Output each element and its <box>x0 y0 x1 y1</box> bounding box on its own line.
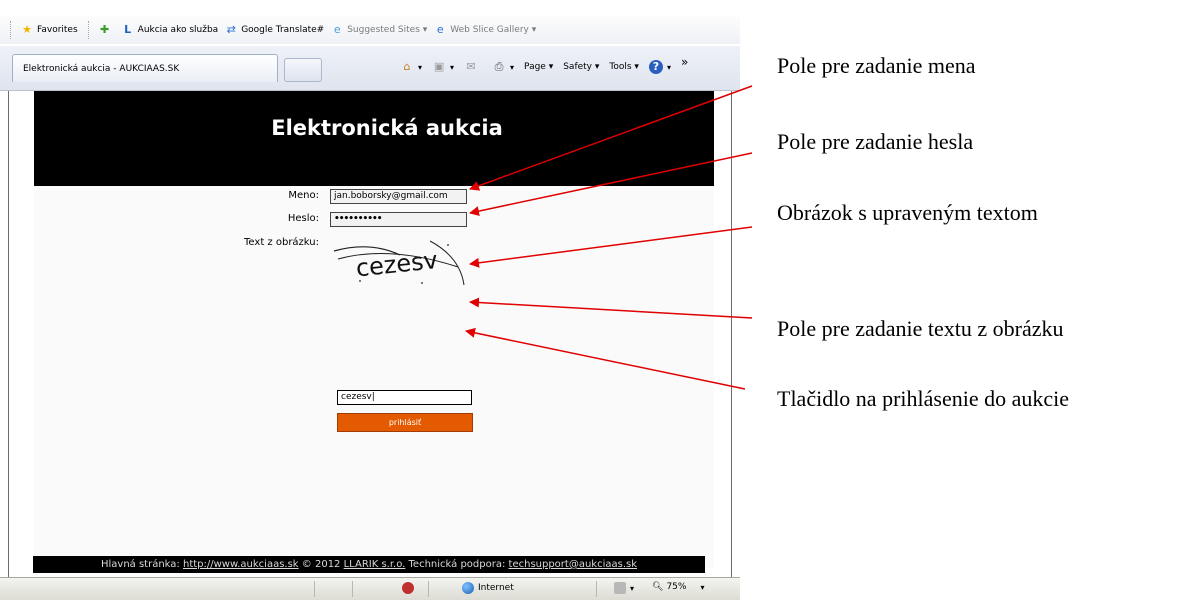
footer-support-email[interactable]: techsupport@aukciaas.sk <box>509 559 637 570</box>
footer-copyright: © 2012 <box>298 559 344 570</box>
site-footer: Hlavná stránka: http://www.aukciaas.sk ©… <box>33 556 705 573</box>
home-icon: ⌂ <box>403 60 411 73</box>
safety-menu[interactable]: Safety ▾ <box>563 62 599 72</box>
page-menu-label: Page ▾ <box>524 62 554 72</box>
captcha-label: Text z obrázku: <box>244 237 319 248</box>
annotation-password-field: Pole pre zadanie hesla <box>777 129 974 154</box>
password-input[interactable]: •••••••••• <box>330 212 467 227</box>
site-title: Elektronická aukcia <box>271 115 503 140</box>
security-zone-label: Internet <box>478 583 514 593</box>
help-icon: ? <box>648 60 663 74</box>
captcha-text: cezesv <box>355 246 440 282</box>
annotation-captcha-field: Pole pre zadanie textu z obrázku <box>777 316 1064 341</box>
zoom-level: 75% <box>666 582 687 592</box>
mail-button[interactable]: ✉ <box>464 60 482 74</box>
status-divider <box>314 581 315 597</box>
captcha-image: cezesv <box>330 237 470 289</box>
status-divider <box>596 581 597 597</box>
translate-icon: ⇄ <box>226 23 236 36</box>
protected-mode-button[interactable]: ▾ <box>614 582 634 594</box>
password-label: Heslo: <box>287 213 319 224</box>
annotation-login-button: Tlačidlo na prihlásenie do aukcie <box>777 386 1069 411</box>
tab-title: Elektronická aukcia - AUKCIAAS.SK <box>23 64 180 74</box>
tools-menu-label: Tools ▾ <box>609 62 639 72</box>
feeds-button[interactable]: ▣ ▾ <box>432 60 454 74</box>
toolbar-grip <box>87 21 92 39</box>
name-input[interactable]: jan.boborsky@gmail.com <box>330 189 467 204</box>
status-bar: Internet ▾ 🔍︎ 75% ▾ <box>0 577 740 600</box>
browser-window: ★ Favorites ✚ L Aukcia ako služba ⇄ Goog… <box>0 0 740 600</box>
page-menu[interactable]: Page ▾ <box>524 62 553 72</box>
status-divider <box>428 581 429 597</box>
command-bar: ⌂ ▾ ▣ ▾ ✉ ⎙ ▾ Page ▾ Safety ▾ Tools ▾ ? ▾ <box>400 55 698 78</box>
favorite-link-web-slice-gallery[interactable]: e Web Slice Gallery ▾ <box>433 23 536 37</box>
add-favorite-icon: ✚ <box>100 23 110 36</box>
zoom-icon: 🔍︎ <box>652 582 664 592</box>
footer-main-link[interactable]: http://www.aukciaas.sk <box>183 559 299 570</box>
toolbar-grip <box>10 21 14 39</box>
favorites-button[interactable]: ★ Favorites <box>20 23 78 37</box>
ie-icon: e <box>333 23 341 36</box>
help-button[interactable]: ? ▾ <box>648 60 671 74</box>
site-header: Elektronická aukcia <box>34 91 714 186</box>
favorite-link-label: Web Slice Gallery ▾ <box>450 25 537 35</box>
globe-icon <box>462 582 474 594</box>
feeds-icon: ▣ <box>433 60 445 73</box>
web-slice-icon: e <box>436 23 444 36</box>
star-icon: ★ <box>22 23 32 36</box>
privacy-icon[interactable] <box>402 582 418 594</box>
favorite-link-suggested-sites[interactable]: e Suggested Sites ▾ <box>330 23 427 37</box>
page-viewport: Elektronická aukcia Meno: jan.boborsky@g… <box>8 91 732 577</box>
captcha-input[interactable]: cezesv| <box>337 390 472 405</box>
new-tab-button[interactable] <box>284 58 322 82</box>
zoom-button[interactable]: 🔍︎ 75% ▾ <box>652 582 704 592</box>
footer-support-label: Technická podpora: <box>405 559 509 570</box>
overflow-button[interactable]: » <box>681 55 688 69</box>
captcha-graphic: cezesv <box>333 240 465 286</box>
tools-menu[interactable]: Tools ▾ <box>609 62 639 72</box>
login-form: Meno: jan.boborsky@gmail.com Heslo: ••••… <box>34 186 714 568</box>
favorites-label: Favorites <box>37 25 78 35</box>
status-divider <box>352 581 353 597</box>
favorite-link-label: Suggested Sites ▾ <box>347 25 428 35</box>
tab-row: Elektronická aukcia - AUKCIAAS.SK ⌂ ▾ ▣ ▾ … <box>0 46 740 91</box>
annotation-name-field: Pole pre zadanie mena <box>777 53 976 78</box>
add-favorite-button[interactable]: ✚ <box>98 23 115 37</box>
site-icon: L <box>124 23 132 36</box>
annotation-captcha-image: Obrázok s upraveným textom <box>777 200 1038 225</box>
print-button[interactable]: ⎙ ▾ <box>492 60 514 74</box>
mail-icon: ✉ <box>466 60 476 73</box>
login-button[interactable]: prihlásiť <box>337 413 473 432</box>
zoom-dropdown-icon: ▾ <box>700 582 705 592</box>
name-label: Meno: <box>288 190 319 201</box>
favorite-link-label: Aukcia ako služba <box>137 25 219 35</box>
privacy-eye-icon <box>402 582 414 594</box>
footer-company-link[interactable]: LLARIK s.r.o. <box>344 559 406 570</box>
printer-icon: ⎙ <box>494 60 504 73</box>
favorite-link-google-translate[interactable]: ⇄ Google Translate# <box>224 23 325 37</box>
home-button[interactable]: ⌂ ▾ <box>400 60 423 74</box>
safety-menu-label: Safety ▾ <box>563 62 600 72</box>
tab-active[interactable]: Elektronická aukcia - AUKCIAAS.SK <box>12 54 278 82</box>
favorite-link-aukcia[interactable]: L Aukcia ako služba <box>121 23 219 37</box>
footer-main-label: Hlavná stránka: <box>100 559 183 570</box>
overflow-label: » <box>680 55 689 69</box>
favorites-bar: ★ Favorites ✚ L Aukcia ako služba ⇄ Goog… <box>0 16 740 44</box>
favorite-link-label: Google Translate# <box>241 25 325 35</box>
protected-mode-icon <box>614 582 626 594</box>
security-zone[interactable]: Internet <box>462 582 514 594</box>
